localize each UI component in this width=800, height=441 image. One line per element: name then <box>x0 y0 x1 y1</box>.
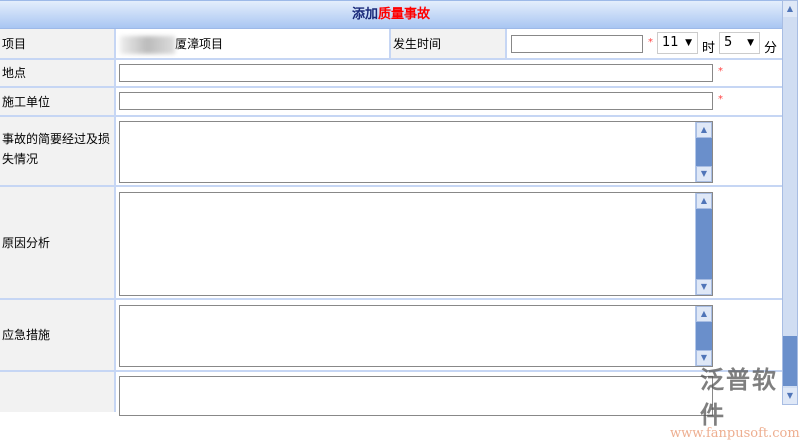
required-mark: * <box>648 37 653 48</box>
unit-input[interactable] <box>119 92 713 110</box>
next-textarea[interactable] <box>119 376 713 416</box>
time-label: 发生时间 <box>389 29 507 58</box>
scroll-thumb[interactable] <box>696 209 712 279</box>
required-mark: * <box>718 66 723 77</box>
chevron-down-icon: ▼ <box>685 38 692 48</box>
location-input[interactable] <box>119 64 713 82</box>
scrollbar[interactable]: ▲ ▼ <box>695 306 712 366</box>
row-emergency: 应急措施 ▲ ▼ <box>0 300 782 372</box>
row-summary: 事故的简要经过及损失情况 ▲ ▼ <box>0 117 782 187</box>
scroll-down-icon[interactable]: ▼ <box>696 166 712 182</box>
scroll-thumb[interactable] <box>696 138 712 166</box>
scroll-down-icon[interactable]: ▼ <box>696 279 712 295</box>
scroll-thumb[interactable] <box>696 322 712 350</box>
hour-unit: 时 <box>702 41 716 56</box>
scrollbar[interactable]: ▲ ▼ <box>695 122 712 182</box>
form-title: 添加质量事故 <box>0 0 782 29</box>
page-scrollbar[interactable]: ▲ ▼ <box>782 0 798 405</box>
row-next <box>0 372 782 416</box>
scrollbar[interactable]: ▲ ▼ <box>695 193 712 295</box>
row-project: 项目 厦漳项目 发生时间 * 11 ▼ 时 5 ▼ 分 <box>0 29 782 60</box>
chevron-down-icon: ▼ <box>747 38 754 48</box>
required-mark: * <box>718 94 723 105</box>
minute-select[interactable]: 5 ▼ <box>719 32 760 54</box>
scroll-up-icon[interactable]: ▲ <box>696 306 712 322</box>
summary-label: 事故的简要经过及损失情况 <box>0 117 116 185</box>
scroll-up-icon[interactable]: ▲ <box>783 1 797 17</box>
project-value: 厦漳项目 <box>120 35 223 54</box>
row-unit: 施工单位 * <box>0 88 782 117</box>
emergency-label: 应急措施 <box>0 300 116 370</box>
row-cause: 原因分析 ▲ ▼ <box>0 187 782 300</box>
row-location: 地点 * <box>0 60 782 88</box>
next-label <box>0 372 116 412</box>
emergency-textarea[interactable]: ▲ ▼ <box>119 305 713 367</box>
location-label: 地点 <box>0 60 116 86</box>
summary-textarea[interactable]: ▲ ▼ <box>119 121 713 183</box>
watermark-logo: 泛普软件 www.fanpusoft.com <box>670 366 800 441</box>
cause-textarea[interactable]: ▲ ▼ <box>119 192 713 296</box>
scroll-up-icon[interactable]: ▲ <box>696 193 712 209</box>
date-input[interactable] <box>511 35 643 53</box>
minute-unit: 分 <box>764 41 778 56</box>
cause-label: 原因分析 <box>0 187 116 298</box>
unit-label: 施工单位 <box>0 88 116 115</box>
project-label: 项目 <box>0 29 116 58</box>
hour-select[interactable]: 11 ▼ <box>657 32 698 54</box>
scroll-up-icon[interactable]: ▲ <box>696 122 712 138</box>
